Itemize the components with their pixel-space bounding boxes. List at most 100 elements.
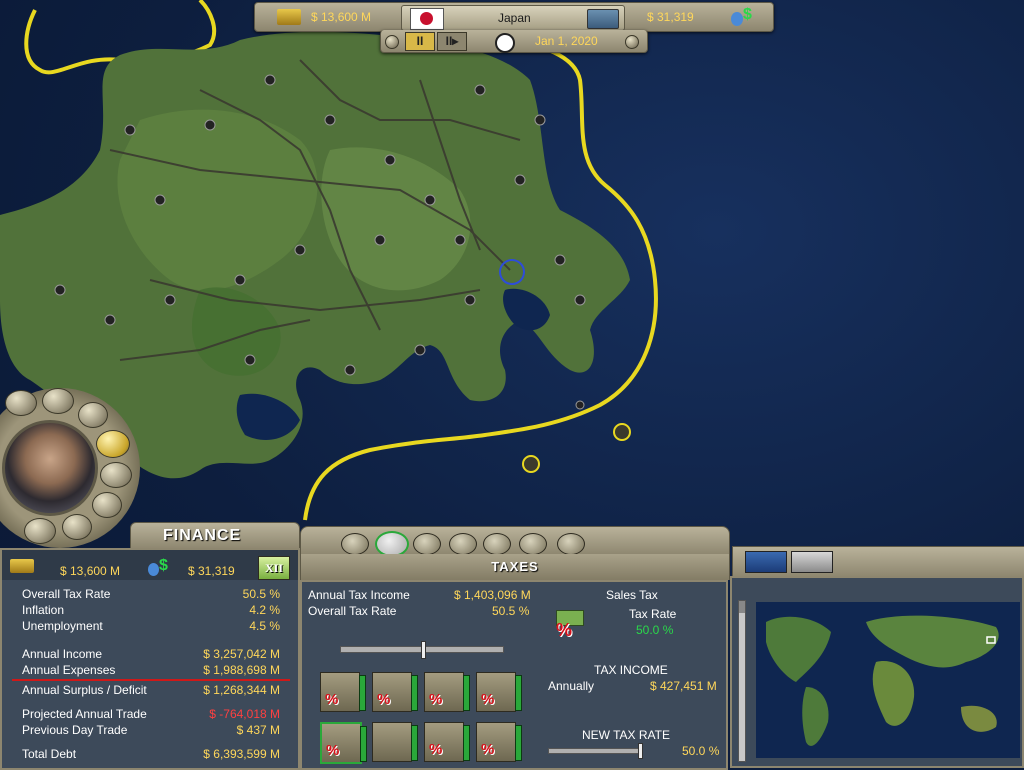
- gdp-per-capita-value: $ 31,319: [647, 10, 694, 24]
- time-bar: II II▸ Jan 1, 2020: [380, 30, 648, 53]
- vehicle-tax-tile[interactable]: %: [424, 722, 470, 762]
- game-date: Jan 1, 2020: [535, 34, 598, 48]
- tax-level-bar: [411, 675, 418, 711]
- row-label: Inflation: [22, 603, 65, 617]
- income-tax-tile[interactable]: %: [320, 672, 366, 712]
- percent-icon: %: [481, 741, 495, 758]
- finance-panel: $ 13,600 M $ $ 31,319 XII Overall Tax Ra…: [0, 548, 300, 770]
- computer-icon[interactable]: [587, 9, 619, 29]
- bonds-tab-icon[interactable]: [413, 533, 441, 555]
- row-label: Annual Income: [22, 647, 103, 661]
- world-map-tab-icon[interactable]: [745, 551, 787, 573]
- finance-row-annual-income: Annual Income $ 3,257,042 M: [22, 646, 280, 662]
- annually-value: $ 427,451 M: [650, 679, 717, 693]
- tax-income-label: TAX INCOME: [594, 663, 668, 677]
- world-minimap[interactable]: [756, 602, 1020, 758]
- payroll-tax-tile[interactable]: %: [476, 672, 522, 712]
- people-advisor-icon[interactable]: [62, 514, 92, 540]
- advisor-wheel: [0, 378, 140, 548]
- tax-level-bar: [463, 675, 470, 711]
- percent-icon: %: [326, 742, 340, 759]
- annually-label: Annually: [548, 679, 595, 693]
- calendar-badge-button[interactable]: XII: [258, 556, 290, 580]
- sales-tax-label: Sales Tax: [606, 588, 658, 602]
- minimap-scrollbar[interactable]: [738, 600, 746, 762]
- import-tax-tile[interactable]: [372, 722, 418, 762]
- sales-tax-money-icon: %: [554, 610, 584, 640]
- new-tax-rate-slider[interactable]: [548, 743, 643, 759]
- sales-tax-tile[interactable]: %: [320, 722, 367, 764]
- new-tax-rate-label: NEW TAX RATE: [582, 728, 671, 742]
- new-tax-rate-slider-thumb[interactable]: [638, 743, 643, 759]
- clock-icon: [495, 33, 515, 53]
- finance-row-unemployment: Unemployment 4.5 %: [22, 618, 280, 634]
- top-status-bar: $ 13,600 M Japan $ 31,319 $: [254, 2, 774, 32]
- overall-tax-rate-slider[interactable]: [340, 641, 504, 659]
- handshake-icon[interactable]: [100, 462, 132, 488]
- budget-tab-icon[interactable]: [341, 533, 369, 555]
- tax-level-bar: [463, 725, 470, 761]
- minimap-panel: [730, 576, 1024, 768]
- japan-flag-icon: [410, 8, 444, 30]
- finance-title: FINANCE: [163, 527, 242, 544]
- building-advisor-icon[interactable]: [42, 388, 74, 414]
- overlay-map-tab-icon[interactable]: [791, 551, 833, 573]
- overall-tax-rate-label: Overall Tax Rate: [308, 604, 397, 618]
- annual-tax-income-label: Annual Tax Income: [308, 588, 410, 602]
- finance-row-projected-trade: Projected Annual Trade $ -764,018 M: [22, 706, 280, 722]
- pause-button[interactable]: II: [405, 32, 435, 51]
- tax-rate-value: 50.0 %: [636, 623, 674, 637]
- tax-level-bar: [411, 725, 418, 761]
- military-sword-icon[interactable]: [92, 492, 122, 518]
- tax-level-bar: [515, 675, 522, 711]
- family-tax-tile[interactable]: %: [476, 722, 522, 762]
- resource-tax-tile[interactable]: %: [372, 672, 418, 712]
- finance-row-inflation: Inflation 4.2 %: [22, 602, 280, 618]
- tax-level-bar: [359, 675, 366, 711]
- country-name: Japan: [498, 11, 531, 25]
- row-label: Total Debt: [22, 747, 77, 761]
- percent-icon: %: [377, 691, 391, 708]
- finance-treasury-value: $ 13,600 M: [60, 564, 121, 578]
- finance-tab-bar: [300, 526, 730, 557]
- treasury-value: $ 13,600 M: [311, 10, 372, 24]
- minimap-scrollbar-thumb[interactable]: [739, 601, 745, 613]
- tax-level-bar: [360, 726, 367, 762]
- row-label: Unemployment: [22, 619, 103, 633]
- finance-header-row: $ 13,600 M $ $ 31,319 XII: [2, 550, 298, 580]
- row-value: $ 3,257,042 M: [203, 647, 280, 661]
- property-tax-tile[interactable]: %: [424, 672, 470, 712]
- industry-tab-icon[interactable]: [449, 533, 477, 555]
- new-tax-rate-value: 50.0 %: [682, 744, 720, 758]
- map-advisor-icon[interactable]: [5, 390, 37, 416]
- annual-tax-income-value: $ 1,403,096 M: [454, 588, 531, 602]
- time-bar-right-knob: [625, 35, 639, 49]
- science-flask-icon[interactable]: [78, 402, 108, 428]
- minimap-tab-bar: [732, 546, 1024, 578]
- row-value: $ 1,988,698 M: [203, 663, 280, 677]
- finance-row-surplus: Annual Surplus / Deficit $ 1,268,344 M: [22, 682, 280, 698]
- subsidies-tab-icon[interactable]: [483, 533, 511, 555]
- trade-tab-icon[interactable]: [519, 533, 547, 555]
- row-value: 50.5 %: [242, 587, 280, 601]
- row-value: 4.5 %: [249, 619, 280, 633]
- overall-tax-rate-value: 50.5 %: [492, 604, 530, 618]
- overall-tax-rate-slider-thumb[interactable]: [421, 641, 426, 659]
- finance-row-annual-expenses: Annual Expenses $ 1,988,698 M: [22, 662, 280, 678]
- row-value: $ 437 M: [236, 723, 280, 737]
- vehicle-advisor-icon[interactable]: [24, 518, 56, 544]
- percent-icon: %: [481, 691, 495, 708]
- population-money-icon: $: [731, 6, 757, 28]
- reports-tab-icon[interactable]: [557, 533, 585, 555]
- row-label: Annual Expenses: [22, 663, 116, 677]
- treasury-icon: [277, 9, 301, 25]
- country-selector[interactable]: Japan: [401, 5, 625, 31]
- subtotal-divider: [12, 679, 290, 681]
- play-button[interactable]: II▸: [437, 32, 467, 51]
- taxes-panel: Annual Tax Income $ 1,403,096 M Overall …: [300, 580, 728, 770]
- row-value: $ 6,393,599 M: [203, 747, 280, 761]
- row-label: Previous Day Trade: [22, 723, 128, 737]
- finance-gold-icon[interactable]: [96, 430, 130, 458]
- row-label: Annual Surplus / Deficit: [22, 683, 147, 697]
- finance-row-total-debt: Total Debt $ 6,393,599 M: [22, 746, 280, 762]
